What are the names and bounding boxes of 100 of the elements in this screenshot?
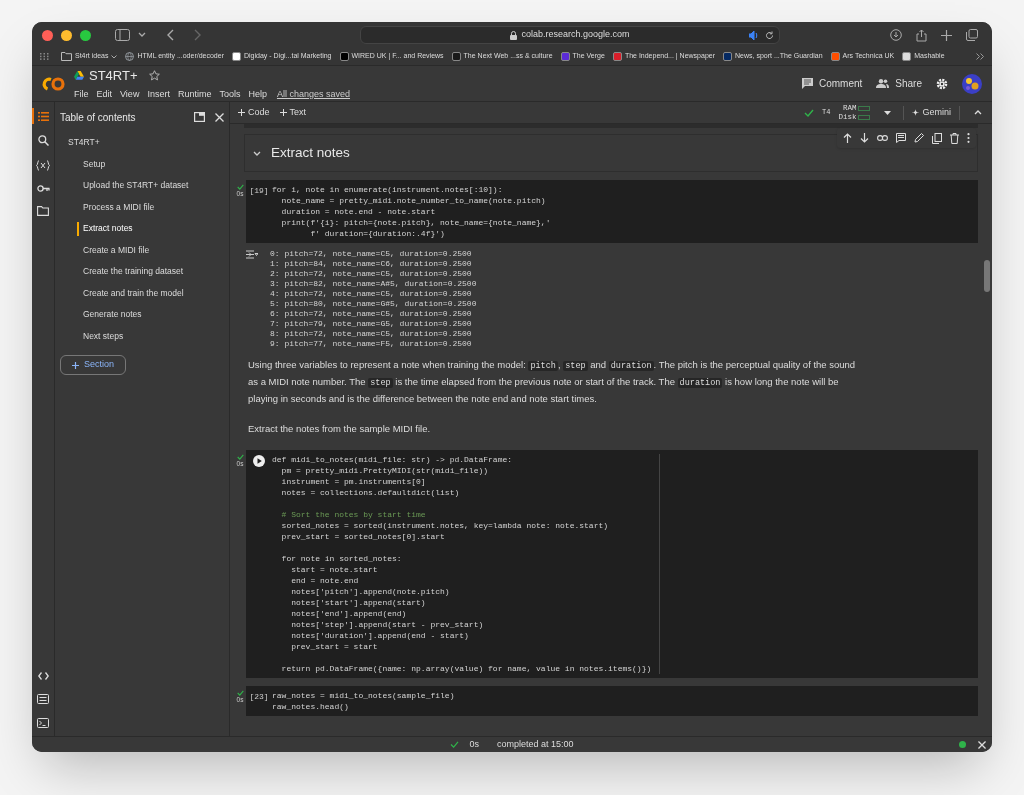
variables-icon[interactable] <box>36 160 50 171</box>
double-chevron-icon[interactable] <box>976 53 984 60</box>
people-icon <box>876 79 890 88</box>
code-line: def midi_to_notes(midi_file: str) -> pd.DataFrame: <box>272 454 514 465</box>
checkmark-icon <box>236 184 244 190</box>
address-bar[interactable]: colab.research.google.com <box>360 26 780 44</box>
chevron-down-icon[interactable] <box>138 32 146 38</box>
drive-icon[interactable] <box>74 70 84 80</box>
tabs-overview-icon[interactable] <box>966 29 978 41</box>
menu-item[interactable]: Tools <box>219 88 241 102</box>
list-icon[interactable] <box>37 112 49 121</box>
trash-icon[interactable] <box>950 132 959 144</box>
code-line: notes['duration'].append(end - start) <box>290 630 470 641</box>
panel-title: Table of contents <box>60 110 136 125</box>
search-icon[interactable] <box>37 135 49 146</box>
scrollbar-thumb[interactable] <box>984 260 990 292</box>
gemini-button[interactable]: Gemini <box>912 105 951 120</box>
star-icon[interactable] <box>148 69 160 81</box>
add-cell-button[interactable]: Code <box>238 105 270 120</box>
download-icon[interactable] <box>890 29 902 41</box>
zoom-window-button[interactable] <box>80 29 91 41</box>
comment-icon <box>801 78 813 89</box>
key-icon[interactable] <box>36 185 50 192</box>
code-line: print(f'{i}: pitch={note.pitch}, note_name={note_name},' <box>280 217 551 228</box>
code-brackets-icon[interactable] <box>37 672 49 680</box>
collapse-section-icon[interactable] <box>253 150 261 156</box>
link-icon[interactable] <box>877 135 888 141</box>
code-line: sorted_notes = sorted(instrument.notes, key=lambda note: note.start) <box>280 520 610 531</box>
execution-count: [23] <box>249 691 269 703</box>
more-icon[interactable] <box>967 133 970 143</box>
menu-item[interactable]: File <box>74 88 89 102</box>
lock-icon <box>510 30 518 40</box>
comment-icon[interactable] <box>896 133 906 143</box>
menu-item[interactable]: Insert <box>147 88 170 102</box>
toc-item[interactable]: Generate notes <box>83 308 142 322</box>
folder-icon[interactable] <box>37 206 49 216</box>
output-line: 2: pitch=72, note_name=C5, duration=0.2500 <box>270 269 473 279</box>
code-line: duration = note.end - note.start <box>280 206 437 217</box>
new-tab-icon[interactable] <box>941 29 952 41</box>
close-icon[interactable] <box>978 740 986 749</box>
code-line: notes = collections.defaultdict(list) <box>280 487 461 498</box>
add-cell-button[interactable]: Text <box>279 105 307 120</box>
command-palette-icon[interactable] <box>37 694 49 704</box>
toc-item[interactable]: ST4RT+ <box>68 136 100 150</box>
collapse-icon[interactable] <box>974 110 982 115</box>
menu-item[interactable]: Edit <box>96 88 113 102</box>
code-comment: # Sort the notes by start time <box>280 509 427 520</box>
menu-item[interactable]: Runtime <box>177 88 212 102</box>
save-status-link[interactable]: All changes saved <box>276 88 350 102</box>
back-icon[interactable] <box>166 29 174 41</box>
terminal-icon[interactable] <box>37 718 49 728</box>
share-button[interactable]: Share <box>876 76 922 91</box>
settings-icon[interactable] <box>936 77 948 90</box>
toc-item[interactable]: Extract notes <box>83 222 133 236</box>
toc-item[interactable]: Upload the ST4RT+ dataset <box>83 179 189 193</box>
speaker-icon[interactable] <box>749 30 759 40</box>
apps-grid-icon[interactable] <box>40 53 49 60</box>
close-window-button[interactable] <box>42 29 53 41</box>
colab-logo-icon[interactable] <box>40 75 66 92</box>
code-line: notes['end'].append(end) <box>290 608 408 619</box>
menu-item[interactable]: View <box>120 88 140 102</box>
comment-button[interactable]: Comment <box>801 76 863 91</box>
ram-bar <box>858 105 871 111</box>
checkmark-icon <box>450 741 460 748</box>
reload-icon[interactable] <box>765 30 774 40</box>
run-button-icon[interactable] <box>253 455 265 467</box>
minimize-window-button[interactable] <box>61 29 72 41</box>
close-icon[interactable] <box>215 112 224 122</box>
notebook-title[interactable]: ST4RT+ <box>89 65 138 85</box>
code-line: end = note.end <box>290 575 360 586</box>
sidebar-icon[interactable] <box>115 29 130 41</box>
code-cell[interactable] <box>246 180 978 243</box>
dropdown-icon[interactable] <box>884 110 892 115</box>
move-down-icon[interactable] <box>860 133 869 143</box>
output-toggle-icon[interactable] <box>246 250 258 259</box>
output-line: 7: pitch=79, note_name=G5, duration=0.2500 <box>270 319 473 329</box>
toc-item[interactable]: Next steps <box>83 329 124 343</box>
add-section-button[interactable]: Section <box>60 355 126 375</box>
code-line: prev_start = sorted_notes[0].start <box>280 531 446 542</box>
output-line: 5: pitch=80, note_name=G#5, duration=0.2500 <box>270 299 477 309</box>
toc-item[interactable]: Create the training dataset <box>83 265 184 279</box>
open-in-tab-icon[interactable] <box>194 112 205 122</box>
pencil-icon[interactable] <box>914 133 924 143</box>
output-line: 9: pitch=77, note_name=F5, duration=0.2500 <box>270 339 473 349</box>
checkmark-icon <box>236 454 244 460</box>
output-line: 3: pitch=82, note_name=A#5, duration=0.2500 <box>270 279 477 289</box>
menu-item[interactable]: Help <box>248 88 267 102</box>
plus-icon <box>238 109 245 116</box>
toc-item[interactable]: Create a MIDI file <box>83 243 150 257</box>
plus-icon <box>279 109 287 116</box>
avatar-icon[interactable] <box>962 73 982 94</box>
toc-item[interactable]: Create and train the model <box>83 286 184 300</box>
toc-item[interactable]: Process a MIDI file <box>83 200 155 214</box>
toc-item[interactable]: Setup <box>83 157 106 171</box>
plus-icon <box>72 361 79 369</box>
move-up-icon[interactable] <box>843 133 852 143</box>
share-icon[interactable] <box>916 28 927 42</box>
code-cell[interactable] <box>246 450 978 678</box>
code-cell[interactable]: [23] raw_notes = midi_to_notes(sample_file) raw_notes.head() <box>246 686 978 716</box>
copy-icon[interactable] <box>932 132 942 144</box>
